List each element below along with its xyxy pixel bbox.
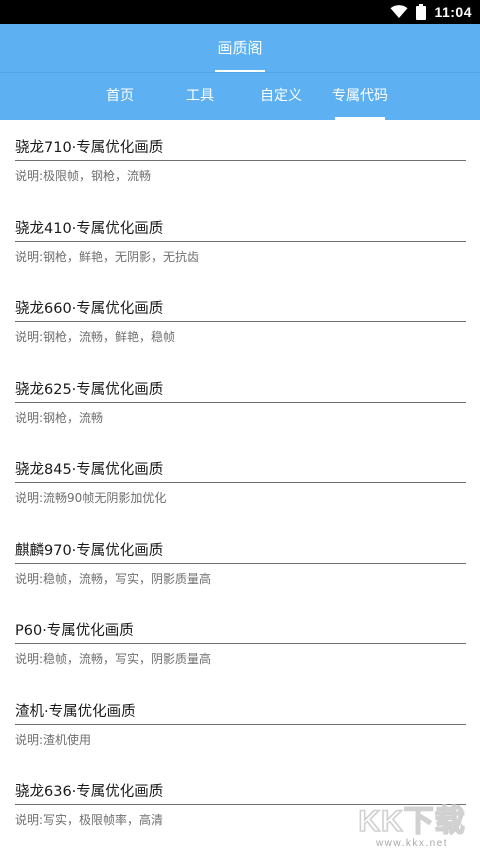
wifi-icon [390, 5, 408, 18]
item-title: 麒麟970·专属优化画质 [15, 542, 164, 559]
battery-icon [416, 4, 427, 20]
list-item[interactable]: P60·专属优化画质 说明:稳帧，流畅，写实，阴影质量高 [0, 603, 480, 684]
app-bar: 画质阁 [0, 24, 480, 72]
list-item[interactable]: 骁龙660·专属优化画质 说明:钢枪，流畅，鲜艳，稳帧 [0, 281, 480, 362]
list-item[interactable]: 麒麟970·专属优化画质 说明:稳帧，流畅，写实，阴影质量高 [0, 523, 480, 604]
app-title-text: 画质阁 [217, 39, 263, 57]
item-divider [15, 160, 466, 161]
list-item[interactable]: 骁龙710·专属优化画质 说明:极限帧，钢枪，流畅 [0, 120, 480, 201]
item-divider [15, 482, 466, 483]
item-divider [15, 401, 466, 403]
item-title: 骁龙636·专属优化画质 [15, 784, 164, 800]
item-description: 说明:极限帧，钢枪，流畅 [15, 169, 152, 183]
item-title: 渣机·专属优化画质 [15, 703, 136, 720]
item-title: 骁龙710·专属优化画质 [15, 140, 164, 156]
item-divider [15, 321, 466, 322]
item-description: 说明:钢枪，鲜艳，无阴影，无抗齿 [15, 249, 200, 264]
list-item[interactable]: 骁龙410·专属优化画质 说明:钢枪，鲜艳，无阴影，无抗齿 [0, 201, 480, 282]
tab-tools[interactable]: 工具 [180, 73, 220, 120]
item-divider [15, 643, 466, 644]
item-divider [15, 562, 466, 564]
item-description: 说明:稳帧，流畅，写实，阴影质量高 [15, 652, 212, 666]
item-description: 说明:渣机使用 [15, 732, 92, 747]
list-item[interactable]: 骁龙845·专属优化画质 说明:流畅90帧无阴影加优化 [0, 442, 480, 523]
item-divider [15, 723, 466, 725]
preset-list: 骁龙710·专属优化画质 说明:极限帧，钢枪，流畅 骁龙410·专属优化画质 说… [0, 120, 480, 845]
status-icons: 11:04 [390, 0, 472, 24]
status-bar: 11:04 [0, 0, 480, 24]
tab-exclusive-code[interactable]: 专属代码 [330, 73, 390, 120]
list-item[interactable]: 渣机·专属优化画质 说明:渣机使用 [0, 684, 480, 765]
item-divider [15, 240, 466, 242]
app-title: 画质阁 [214, 24, 265, 72]
item-description: 说明:钢枪，流畅 [15, 410, 104, 425]
tab-home[interactable]: 首页 [100, 73, 140, 120]
item-title: 骁龙660·专属优化画质 [15, 301, 164, 317]
list-item[interactable]: 骁龙625·专属优化画质 说明:钢枪，流畅 [0, 362, 480, 443]
item-title: P60·专属优化画质 [15, 623, 134, 639]
item-title: 骁龙410·专属优化画质 [15, 220, 164, 237]
tab-bar: 首页 工具 自定义 专属代码 [0, 72, 480, 120]
status-time: 11:04 [434, 4, 472, 20]
item-description: 说明:钢枪，流畅，鲜艳，稳帧 [15, 330, 176, 344]
item-title: 骁龙845·专属优化画质 [15, 462, 164, 478]
item-description: 说明:稳帧，流畅，写实，阴影质量高 [15, 571, 212, 586]
watermark-url: www.kkx.net [375, 838, 448, 849]
item-description: 说明:写实，极限帧率，高清 [15, 813, 164, 827]
item-description: 说明:流畅90帧无阴影加优化 [15, 491, 167, 505]
item-title: 骁龙625·专属优化画质 [15, 381, 164, 398]
watermark-text: KK下载 [358, 805, 465, 838]
tab-custom[interactable]: 自定义 [255, 73, 307, 120]
watermark-logo: KK下载 www.kkx.net [358, 804, 466, 849]
